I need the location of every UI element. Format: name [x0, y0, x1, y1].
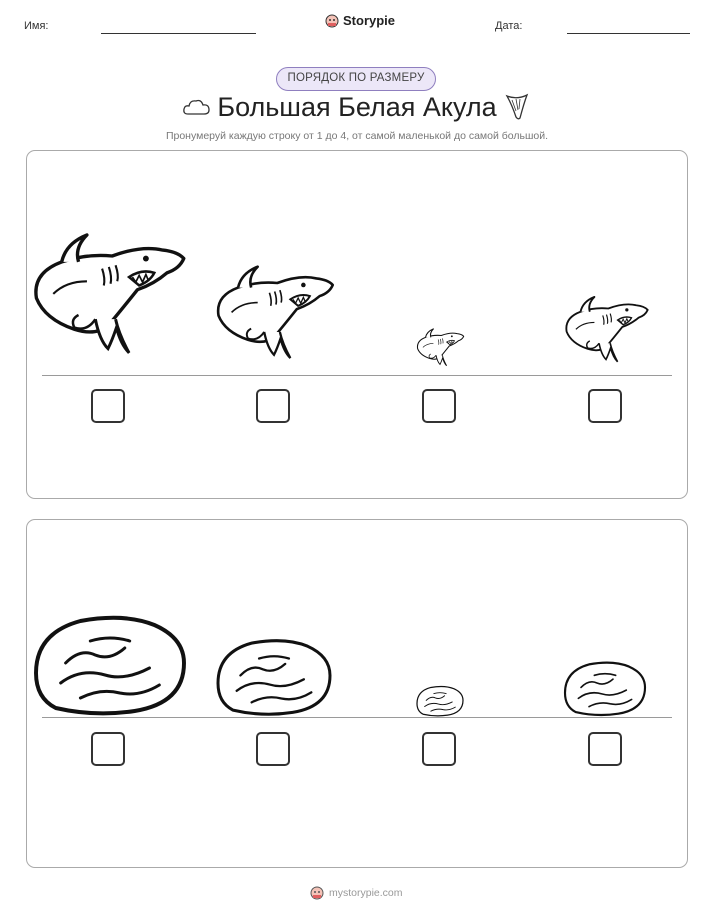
shark-tooth-icon	[505, 93, 529, 120]
brand-logo: Storypie	[325, 13, 395, 28]
tooth-smallest	[416, 685, 464, 717]
instruction-text: Пронумеруй каждую строку от 1 до 4, от с…	[165, 130, 549, 142]
answer-box-tooth-2[interactable]	[256, 732, 290, 766]
baseline	[42, 717, 672, 718]
answer-box-tooth-3[interactable]	[422, 732, 456, 766]
shark-third	[565, 295, 649, 363]
storypie-mascot-icon	[310, 886, 324, 900]
answer-box-shark-1[interactable]	[91, 389, 125, 423]
answer-box-shark-2[interactable]	[256, 389, 290, 423]
footer-site[interactable]: mystorypie.com	[329, 887, 403, 899]
storypie-mascot-icon	[325, 14, 339, 27]
page-title: Большая Белая Акула	[217, 92, 497, 122]
shark-smallest	[416, 328, 465, 367]
date-label: Дата:	[495, 20, 523, 32]
name-field-line[interactable]	[101, 33, 256, 34]
answer-box-shark-4[interactable]	[588, 389, 622, 423]
tooth-second	[216, 639, 332, 716]
shark-largest	[34, 233, 186, 355]
date-field-line[interactable]	[567, 33, 690, 34]
brand-name: Storypie	[343, 13, 396, 28]
answer-box-shark-3[interactable]	[422, 389, 456, 423]
answer-box-tooth-4[interactable]	[588, 732, 622, 766]
activity-type-badge: ПОРЯДОК ПО РАЗМЕРУ	[276, 67, 436, 91]
footer: mystorypie.com	[310, 886, 403, 900]
tooth-largest	[34, 615, 186, 716]
shark-second	[216, 265, 335, 360]
name-label: Имя:	[24, 20, 49, 32]
answer-box-tooth-1[interactable]	[91, 732, 125, 766]
tooth-third	[563, 661, 647, 717]
